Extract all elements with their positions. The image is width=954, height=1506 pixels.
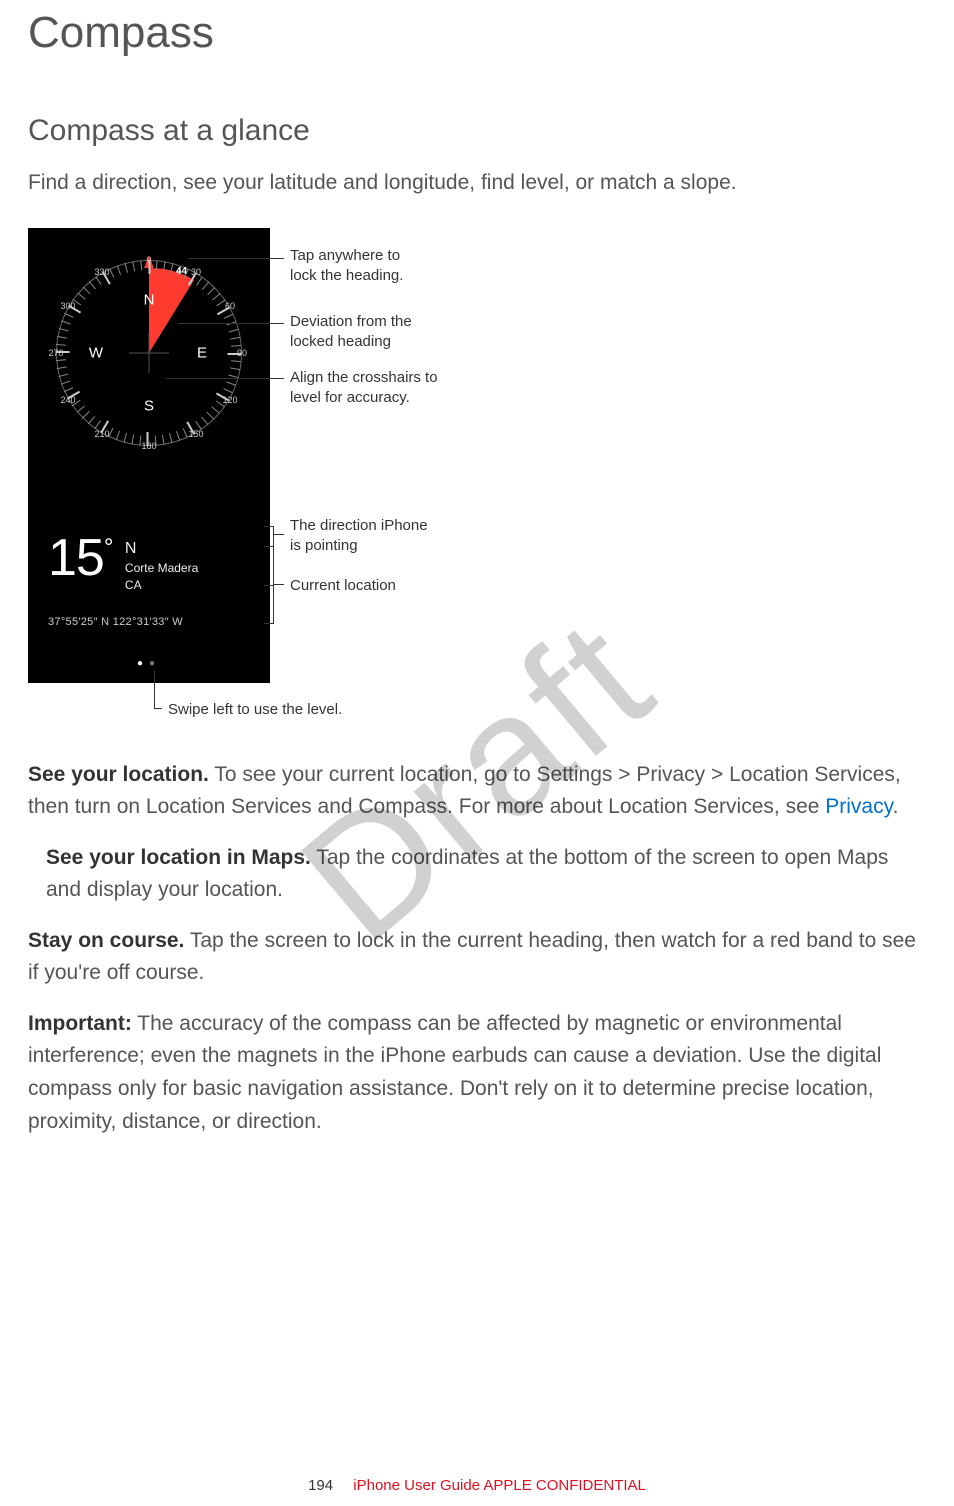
deg-label: 270 [48, 348, 63, 358]
paragraph-see-in-maps: See your location in Maps. Tap the coord… [46, 842, 920, 907]
page-footer: 194 iPhone User Guide APPLE CONFIDENTIAL [0, 1477, 954, 1494]
callout-direction: The direction iPhone is pointing [290, 516, 440, 557]
heading-degrees: 15 [48, 529, 104, 587]
phone-screenshot: 0 30 60 90 120 150 180 210 240 270 300 3… [28, 228, 270, 683]
compass-figure: 0 30 60 90 120 150 180 210 240 270 300 3… [28, 228, 428, 733]
page-title: Compass [28, 8, 926, 58]
deg-label: 330 [94, 267, 109, 277]
crosshair-icon [129, 333, 169, 373]
cardinal-e: E [197, 344, 207, 361]
footer-text: iPhone User Guide APPLE CONFIDENTIAL [353, 1477, 646, 1494]
heading-readout: 15° N Corte Madera CA [48, 528, 198, 594]
deg-label: 90 [237, 348, 247, 358]
paragraph-see-location: See your location. To see your current l… [28, 759, 926, 824]
callout-swipe-level: Swipe left to use the level. [168, 700, 342, 720]
deg-label: 150 [188, 429, 203, 439]
intro-text: Find a direction, see your latitude and … [28, 166, 926, 200]
page-number: 194 [308, 1477, 333, 1494]
page-indicator: ●● [28, 658, 270, 669]
paragraph-important: Important: The accuracy of the compass c… [28, 1008, 926, 1138]
callout-crosshairs: Align the crosshairs to level for accura… [290, 368, 450, 409]
place-line-2: CA [125, 578, 142, 592]
cardinal-w: W [89, 344, 103, 361]
section-heading: Compass at a glance [28, 114, 926, 148]
compass-dial: 0 30 60 90 120 150 180 210 240 270 300 3… [56, 260, 242, 446]
deg-label: 210 [94, 429, 109, 439]
deg-label: 240 [60, 395, 75, 405]
deg-label: 0 [146, 255, 151, 265]
callout-location: Current location [290, 576, 396, 596]
deg-label: 300 [60, 301, 75, 311]
degree-symbol: ° [104, 534, 113, 561]
paragraph-stay-on-course: Stay on course. Tap the screen to lock i… [28, 925, 926, 990]
deg-label: 180 [141, 441, 156, 451]
deg-label: 30 [191, 267, 201, 277]
cardinal-n: N [144, 291, 155, 308]
privacy-link[interactable]: Privacy [825, 795, 892, 818]
cardinal-s: S [144, 397, 154, 414]
heading-direction: N [125, 540, 137, 557]
deg-label: 60 [225, 301, 235, 311]
locked-heading-value: 44 [176, 266, 187, 277]
deg-label: 120 [222, 395, 237, 405]
coordinates-text: 37°55′25″ N 122°31′33″ W [48, 616, 183, 628]
callout-deviation: Deviation from the locked heading [290, 312, 440, 353]
place-line-1: Corte Madera [125, 561, 198, 575]
callout-lock-heading: Tap anywhere to lock the heading. [290, 246, 430, 287]
